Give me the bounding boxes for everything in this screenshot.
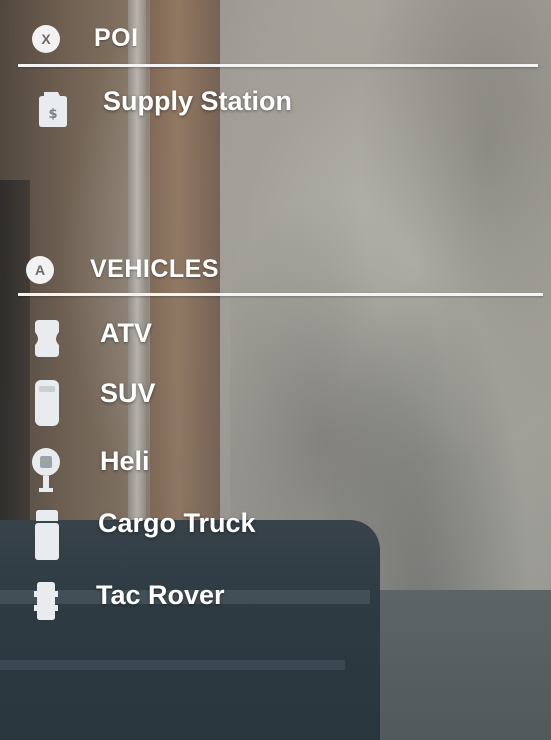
vehicles-section-header: A VEHICLES <box>26 255 219 284</box>
atv-icon <box>35 320 59 357</box>
legend-item-atv[interactable]: ATV <box>30 318 152 357</box>
heli-icon <box>32 448 60 492</box>
legend-item-label: Cargo Truck <box>98 508 256 538</box>
tac-rover-icon <box>34 582 58 620</box>
legend-item-label: Heli <box>100 446 150 476</box>
legend-item-supply-station[interactable]: $ Supply Station <box>36 86 292 127</box>
map-legend: X POI $ Supply Station A VEHICLES ATV SU… <box>0 0 551 740</box>
a-button-icon[interactable]: A <box>26 255 54 284</box>
svg-text:$: $ <box>48 107 57 122</box>
legend-item-suv[interactable]: SUV <box>32 378 156 426</box>
x-button-icon[interactable]: X <box>32 24 60 53</box>
supply-station-icon: $ <box>39 92 67 127</box>
cargo-truck-icon <box>35 510 59 560</box>
legend-item-label: SUV <box>100 378 156 408</box>
poi-section-title: POI <box>94 24 139 52</box>
poi-divider <box>18 64 538 67</box>
legend-item-label: ATV <box>100 318 152 348</box>
vehicles-divider <box>18 293 543 296</box>
legend-item-label: Supply Station <box>103 86 292 116</box>
legend-item-tac-rover[interactable]: Tac Rover <box>30 580 225 620</box>
legend-item-cargo-truck[interactable]: Cargo Truck <box>32 508 256 560</box>
legend-item-heli[interactable]: Heli <box>28 446 150 492</box>
suv-icon <box>35 380 59 426</box>
poi-section-header: X POI <box>32 24 139 53</box>
legend-item-label: Tac Rover <box>96 580 225 610</box>
vehicles-section-title: VEHICLES <box>90 255 220 283</box>
